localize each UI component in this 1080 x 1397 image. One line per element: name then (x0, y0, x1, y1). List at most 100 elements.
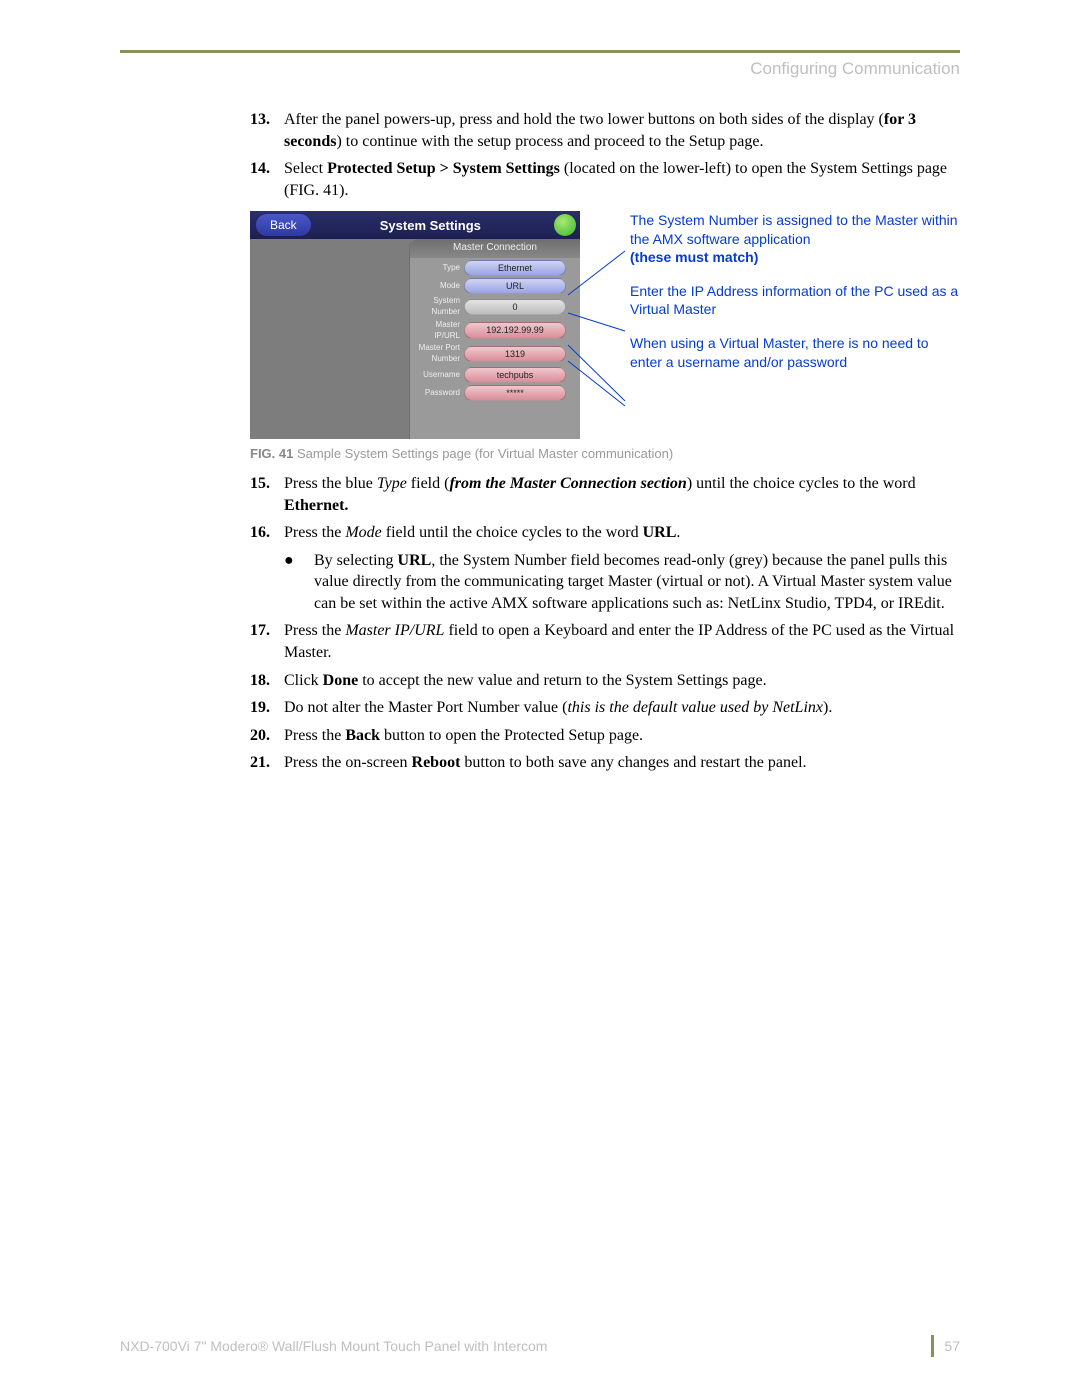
master-port-field[interactable]: 1319 (464, 346, 566, 362)
step-number: 13. (250, 109, 284, 152)
panel-title: Master Connection (410, 239, 580, 258)
text-bold: Ethernet. (284, 497, 348, 514)
step-15: 15. Press the blue Type field (from the … (250, 473, 960, 516)
text-italic: Type (377, 475, 407, 492)
master-ip-field[interactable]: 192.192.99.99 (464, 322, 566, 338)
footer-page-number: 57 (931, 1335, 960, 1357)
step-16: 16. Press the Mode field until the choic… (250, 522, 960, 544)
annot-text-bold: (these must match) (630, 249, 758, 265)
step-text: Press the Back button to open the Protec… (284, 725, 960, 747)
row-sysnum: System Number 0 (410, 296, 580, 318)
bullet-icon: ● (284, 550, 314, 615)
username-field[interactable]: techpubs (464, 367, 566, 383)
step-number: 21. (250, 752, 284, 774)
text: Select (284, 160, 327, 177)
type-field[interactable]: Ethernet (464, 260, 566, 276)
step-number: 16. (250, 522, 284, 544)
caption-text: Sample System Settings page (for Virtual… (293, 446, 673, 461)
back-button[interactable]: Back (256, 214, 311, 236)
step-text: After the panel powers-up, press and hol… (284, 109, 960, 152)
step-text: Press the Master IP/URL field to open a … (284, 620, 960, 663)
text-bold: Back (345, 727, 380, 744)
step-13: 13. After the panel powers-up, press and… (250, 109, 960, 152)
row-user: Username techpubs (410, 367, 580, 383)
step-20: 20. Press the Back button to open the Pr… (250, 725, 960, 747)
text-bold: Reboot (412, 754, 461, 771)
step-text: Click Done to accept the new value and r… (284, 670, 960, 692)
text: ) until the choice cycles to the word (687, 475, 916, 492)
page-footer: NXD-700Vi 7" Modero® Wall/Flush Mount To… (120, 1335, 960, 1357)
text: . (676, 524, 680, 541)
field-label: Master IP/URL (410, 320, 464, 342)
step-text: Press the Mode field until the choice cy… (284, 522, 960, 544)
step-text: Press the blue Type field (from the Mast… (284, 473, 960, 516)
text: Press the blue (284, 475, 377, 492)
figure-title: System Settings (311, 217, 580, 235)
step-17: 17. Press the Master IP/URL field to ope… (250, 620, 960, 663)
text: ) to continue with the setup process and… (336, 133, 763, 150)
step-number: 14. (250, 158, 284, 201)
step-text: Press the on-screen Reboot button to bot… (284, 752, 960, 774)
field-label: Mode (410, 281, 464, 292)
text-bold: Protected Setup > System Settings (327, 160, 560, 177)
text: field ( (407, 475, 450, 492)
step-number: 20. (250, 725, 284, 747)
step-21: 21. Press the on-screen Reboot button to… (250, 752, 960, 774)
step-16-bullet: ● By selecting URL, the System Number fi… (284, 550, 960, 615)
text: Press the (284, 524, 345, 541)
step-14: 14. Select Protected Setup > System Sett… (250, 158, 960, 201)
step-18: 18. Click Done to accept the new value a… (250, 670, 960, 692)
section-header: Configuring Communication (120, 59, 960, 79)
text: button to open the Protected Setup page. (380, 727, 643, 744)
figure-caption: FIG. 41 Sample System Settings page (for… (250, 445, 960, 463)
password-field[interactable]: ***** (464, 385, 566, 401)
annot-ip: Enter the IP Address information of the … (630, 282, 960, 318)
footer-left: NXD-700Vi 7" Modero® Wall/Flush Mount To… (120, 1338, 931, 1354)
step-text: Select Protected Setup > System Settings… (284, 158, 960, 201)
step-number: 18. (250, 670, 284, 692)
text: button to both save any changes and rest… (460, 754, 806, 771)
step-number: 15. (250, 473, 284, 516)
text-italic: this is the default value used by NetLin… (567, 699, 823, 716)
step-number: 19. (250, 697, 284, 719)
text-bold: URL (398, 552, 432, 569)
field-label: Type (410, 263, 464, 274)
text-bold-italic: from the Master Connection section (449, 475, 686, 492)
figure-wrap: Back System Settings Master Connection T… (250, 211, 960, 439)
text-italic: Mode (345, 524, 381, 541)
row-mode: Mode URL (410, 278, 580, 294)
bullet-text: By selecting URL, the System Number fiel… (314, 550, 960, 615)
text: Press the (284, 622, 345, 639)
figure-screenshot: Back System Settings Master Connection T… (250, 211, 580, 439)
annotation-column: The System Number is assigned to the Mas… (630, 211, 960, 386)
field-label: Username (410, 370, 464, 381)
text: Press the on-screen (284, 754, 412, 771)
top-rule (120, 50, 960, 53)
field-label: Password (410, 388, 464, 399)
text-bold: Done (323, 672, 359, 689)
text: Click (284, 672, 323, 689)
text: After the panel powers-up, press and hol… (284, 111, 884, 128)
step-number: 17. (250, 620, 284, 663)
text: to accept the new value and return to th… (358, 672, 766, 689)
field-label: Master Port Number (410, 343, 464, 365)
text-italic: Master IP/URL (345, 622, 444, 639)
row-ip: Master IP/URL 192.192.99.99 (410, 320, 580, 342)
row-type: Type Ethernet (410, 260, 580, 276)
row-pass: Password ***** (410, 385, 580, 401)
field-label: System Number (410, 296, 464, 318)
caption-bold: FIG. 41 (250, 446, 293, 461)
text: Do not alter the Master Port Number valu… (284, 699, 567, 716)
system-number-field: 0 (464, 299, 566, 315)
step-text: Do not alter the Master Port Number valu… (284, 697, 960, 719)
text: By selecting (314, 552, 398, 569)
master-connection-panel: Master Connection Type Ethernet Mode URL… (409, 239, 580, 439)
text: ). (823, 699, 832, 716)
annot-credentials: When using a Virtual Master, there is no… (630, 334, 960, 370)
mode-field[interactable]: URL (464, 278, 566, 294)
text: field until the choice cycles to the wor… (382, 524, 643, 541)
text: Press the (284, 727, 345, 744)
row-port: Master Port Number 1319 (410, 343, 580, 365)
annot-text: The System Number is assigned to the Mas… (630, 212, 958, 246)
figure-topbar: Back System Settings (250, 211, 580, 239)
